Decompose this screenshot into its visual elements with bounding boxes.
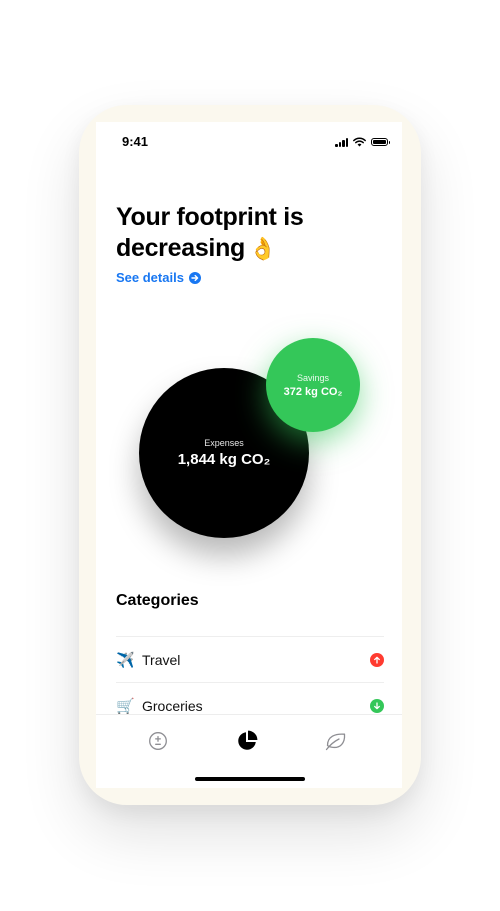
category-row-travel[interactable]: ✈️ Travel	[116, 636, 384, 682]
expenses-value: 1,844 kg CO₂	[177, 451, 271, 468]
battery-icon	[371, 138, 390, 146]
see-details-link[interactable]: See details	[116, 270, 201, 285]
status-time: 9:41	[122, 134, 149, 149]
signal-icon	[335, 137, 348, 147]
savings-bubble[interactable]: Savings 372 kg CO₂	[266, 338, 360, 432]
trend-up-icon	[370, 652, 384, 667]
tab-pie-chart[interactable]	[235, 729, 259, 753]
airplane-icon: ✈️	[116, 651, 135, 669]
shopping-cart-icon: 🛒	[116, 697, 135, 715]
category-label: Groceries	[142, 697, 203, 714]
app-screen: 9:41 Your footprint is decreasing 👌 See d…	[96, 122, 402, 788]
pie-chart-icon	[238, 730, 258, 750]
savings-value: 372 kg CO₂	[283, 385, 343, 398]
trend-down-icon	[370, 698, 384, 713]
arrow-right-icon	[188, 271, 201, 284]
tab-leaf[interactable]	[324, 729, 348, 753]
categories-title: Categories	[116, 592, 199, 609]
home-indicator	[195, 777, 305, 781]
status-icons	[335, 137, 390, 147]
tab-plus-minus[interactable]	[146, 729, 170, 753]
stage: 9:41 Your footprint is decreasing 👌 See d…	[0, 0, 500, 911]
leaf-icon	[325, 733, 346, 751]
page-title: Your footprint is decreasing 👌	[116, 202, 366, 264]
savings-label: Savings	[296, 372, 330, 383]
ok-hand-emoji: 👌	[249, 236, 277, 261]
plus-minus-icon	[149, 732, 167, 750]
expenses-label: Expenses	[204, 438, 244, 448]
see-details-label: See details	[116, 270, 184, 285]
category-label: Travel	[142, 651, 181, 668]
wifi-icon	[353, 137, 366, 147]
